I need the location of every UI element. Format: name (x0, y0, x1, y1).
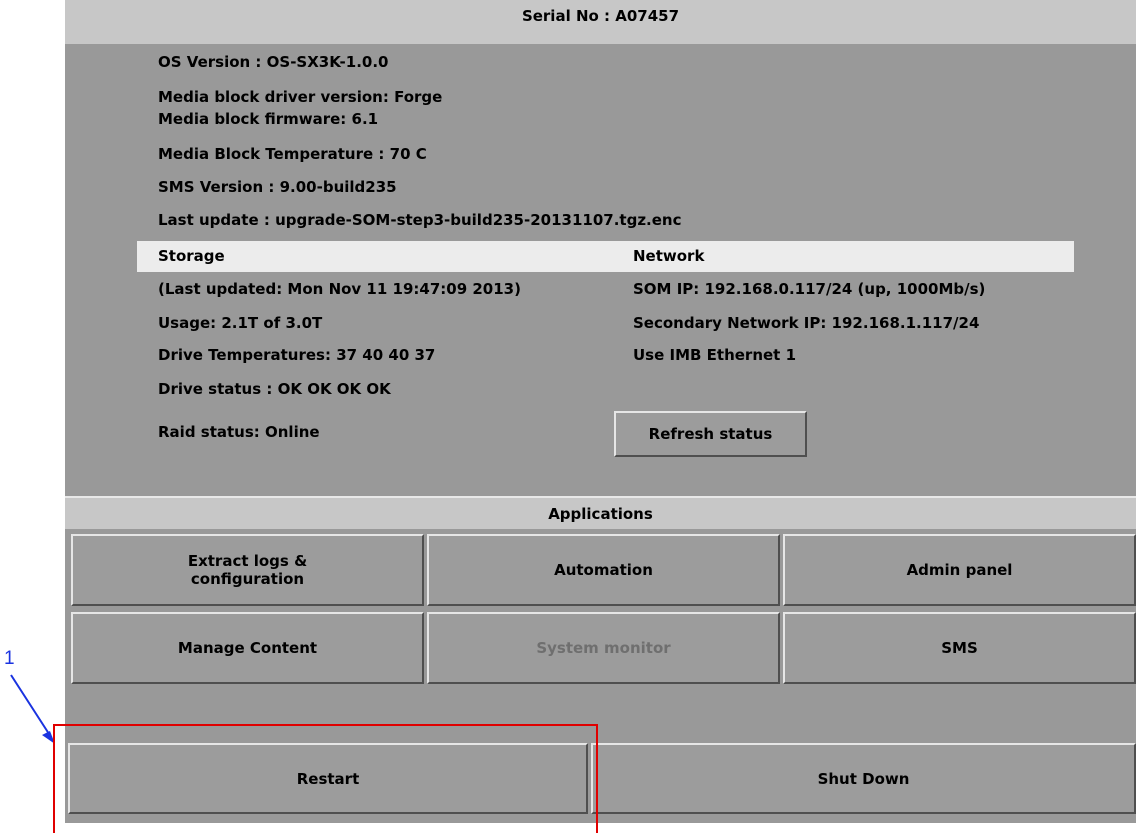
system-monitor-label: System monitor (536, 639, 671, 657)
status-panel: Serial No : A07457 OS Version : OS-SX3K-… (65, 0, 1136, 823)
serial-header: Serial No : A07457 (65, 0, 1136, 44)
drive-temperatures: Drive Temperatures: 37 40 40 37 (158, 346, 436, 364)
media-firmware: Media block firmware: 6.1 (158, 110, 379, 128)
extract-logs-button[interactable]: Extract logs & configuration (71, 534, 424, 606)
restart-label: Restart (296, 769, 360, 788)
refresh-status-label: Refresh status (648, 425, 773, 443)
sms-button[interactable]: SMS (783, 612, 1136, 684)
section-header-bar (137, 241, 1074, 272)
admin-panel-label: Admin panel (906, 561, 1013, 579)
applications-header: Applications (65, 496, 1136, 529)
media-driver-version: Media block driver version: Forge (158, 88, 443, 106)
ethernet-setting: Use IMB Ethernet 1 (633, 346, 797, 364)
refresh-status-button[interactable]: Refresh status (614, 411, 807, 457)
applications-title: Applications (548, 504, 653, 523)
extract-logs-label-line1: Extract logs & (187, 552, 308, 570)
drive-status: Drive status : OK OK OK OK (158, 380, 391, 398)
storage-usage: Usage: 2.1T of 3.0T (158, 314, 323, 332)
last-update: Last update : upgrade-SOM-step3-build235… (158, 211, 682, 229)
som-ip: SOM IP: 192.168.0.117/24 (up, 1000Mb/s) (633, 280, 986, 298)
admin-panel-button[interactable]: Admin panel (783, 534, 1136, 606)
media-temperature: Media Block Temperature : 70 C (158, 145, 427, 163)
manage-content-button[interactable]: Manage Content (71, 612, 424, 684)
sms-label: SMS (941, 639, 978, 657)
automation-button[interactable]: Automation (427, 534, 780, 606)
network-title: Network (633, 247, 705, 265)
storage-last-updated: (Last updated: Mon Nov 11 19:47:09 2013) (158, 280, 521, 298)
storage-title: Storage (158, 247, 225, 265)
restart-button[interactable]: Restart (68, 743, 588, 814)
shutdown-button[interactable]: Shut Down (591, 743, 1136, 814)
manage-content-label: Manage Content (177, 639, 318, 657)
raid-status: Raid status: Online (158, 423, 320, 441)
annotation-number: 1 (4, 648, 15, 669)
os-version: OS Version : OS-SX3K-1.0.0 (158, 53, 389, 71)
secondary-network-ip: Secondary Network IP: 192.168.1.117/24 (633, 314, 980, 332)
system-monitor-button[interactable]: System monitor (427, 612, 780, 684)
extract-logs-label-line2: configuration (190, 570, 305, 588)
sms-version: SMS Version : 9.00-build235 (158, 178, 397, 196)
automation-label: Automation (554, 561, 653, 579)
shutdown-label: Shut Down (817, 769, 910, 788)
serial-number: Serial No : A07457 (521, 6, 680, 25)
